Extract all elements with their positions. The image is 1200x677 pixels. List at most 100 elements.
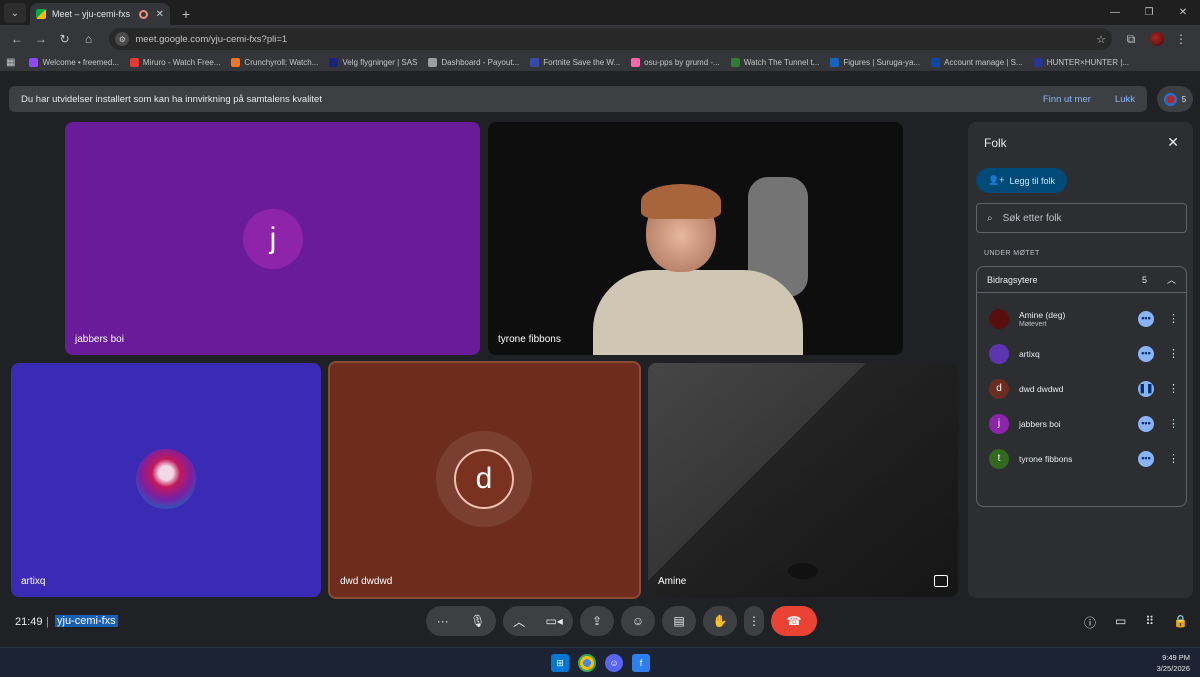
contributors-header[interactable]: Bidragsytere 5 ︿: [977, 267, 1186, 293]
tile-name: tyrone fibbons: [498, 334, 561, 345]
participant-row[interactable]: j jabbers boi ••• ⋮: [977, 406, 1186, 441]
video-tile-dwd-dwdwd[interactable]: d dwd dwdwd: [328, 361, 641, 599]
more-vert-icon[interactable]: ⋮: [1168, 417, 1179, 430]
learn-more-link[interactable]: Finn ut mer: [1043, 94, 1091, 105]
audio-controls[interactable]: ··· 🎙: [426, 606, 496, 636]
hang-up-icon: ☎: [786, 614, 802, 628]
participant-info: Amine (deg) Møtevert: [1019, 310, 1138, 328]
contributors-group: Bidragsytere 5 ︿ Amine (deg) Møtevert ••• ⋮…: [976, 266, 1187, 507]
reactions-button[interactable]: ☺: [621, 606, 655, 636]
bookmark-item[interactable]: osu-pps by grumd -...: [631, 57, 720, 67]
chevron-up-icon[interactable]: ︿: [513, 613, 525, 630]
bookmark-item[interactable]: Fortnite Save the W...: [530, 57, 620, 67]
bookmark-item[interactable]: Welcome • freemed...: [29, 57, 119, 67]
dismiss-banner-link[interactable]: Lukk: [1115, 94, 1135, 105]
banner-message: Du har utvidelser installert som kan ha …: [21, 93, 322, 105]
camera-icon[interactable]: ▭◂: [545, 614, 562, 628]
site-info-icon[interactable]: ⚙: [115, 32, 130, 46]
new-tab-button[interactable]: +: [176, 4, 196, 24]
bookmark-favicon-icon: [631, 57, 641, 67]
participant-info: jabbers boi: [1019, 419, 1138, 429]
apps-icon[interactable]: ▦: [6, 57, 15, 68]
bookmark-item[interactable]: Account manage | S...: [931, 57, 1023, 67]
search-icon: ⌕: [987, 212, 993, 224]
chat-icon[interactable]: ▭: [1115, 614, 1126, 631]
bookmark-favicon-icon: [931, 57, 941, 67]
url-text[interactable]: meet.google.com/yju-cemi-fxs?pli=1: [135, 34, 1096, 45]
bookmark-star-icon[interactable]: ☆: [1096, 33, 1106, 46]
participant-row[interactable]: t tyrone fibbons ••• ⋮: [977, 441, 1186, 476]
bookmark-item[interactable]: Watch The Tunnel t...: [730, 57, 819, 67]
restore-icon[interactable]: ❐: [1132, 0, 1166, 25]
bookmark-item[interactable]: HUNTER×HUNTER |...: [1033, 57, 1129, 67]
forward-icon[interactable]: →: [30, 28, 52, 50]
video-controls[interactable]: ︿ ▭◂: [503, 606, 573, 636]
hand-icon: ✋: [712, 614, 728, 628]
home-icon[interactable]: ⌂: [78, 28, 100, 50]
present-screen-button[interactable]: ⇪: [580, 606, 614, 636]
microphone-icon[interactable]: 🎙: [470, 614, 485, 628]
bookmark-favicon-icon: [830, 57, 840, 67]
video-feed: [648, 363, 958, 597]
video-tile-artixq[interactable]: artixq: [11, 363, 321, 597]
participant-name: artixq: [1019, 348, 1040, 359]
bookmark-item[interactable]: Figures | Suruga-ya...: [830, 57, 920, 67]
avatar: [989, 308, 1009, 329]
discord-icon[interactable]: ☺: [605, 654, 623, 672]
more-vert-icon[interactable]: ⋮: [1168, 347, 1179, 360]
add-people-button[interactable]: 👤+ Legg til folk: [976, 168, 1067, 193]
bookmark-item[interactable]: Velg flygninger | SAS: [329, 57, 417, 67]
bookmark-item[interactable]: Dashboard - Payout...: [428, 57, 519, 67]
host-controls-icon[interactable]: 🔒: [1173, 614, 1188, 631]
picture-in-picture-icon[interactable]: [934, 575, 948, 587]
participant-row[interactable]: d dwd dwdwd ❚❚ ⋮: [977, 371, 1186, 406]
raise-hand-button[interactable]: ✋: [703, 606, 737, 636]
avatar: j: [989, 413, 1009, 434]
reload-icon[interactable]: ↻: [54, 28, 76, 50]
system-clock[interactable]: 9:49 PM 3/25/2026: [1157, 652, 1190, 674]
bookmark-item[interactable]: Miruro - Watch Free...: [129, 57, 220, 67]
address-bar[interactable]: ⚙ meet.google.com/yju-cemi-fxs?pli=1 ☆: [109, 28, 1113, 50]
bookmark-label: Welcome • freemed...: [42, 57, 119, 67]
browser-menu-icon[interactable]: ⋮: [1170, 28, 1192, 50]
video-tile-tyrone-fibbons[interactable]: tyrone fibbons: [488, 122, 903, 355]
app-f-icon[interactable]: f: [632, 654, 650, 672]
participant-row[interactable]: artixq ••• ⋮: [977, 336, 1186, 371]
bookmark-item[interactable]: Crunchyroll: Watch...: [231, 57, 319, 67]
participant-list: Amine (deg) Møtevert ••• ⋮ artixq ••• ⋮ d dwd dw…: [977, 301, 1186, 476]
close-window-icon[interactable]: ✕: [1166, 0, 1200, 25]
participants-badge[interactable]: 5: [1157, 86, 1193, 112]
close-tab-icon[interactable]: ✕: [156, 9, 164, 20]
video-tile-jabbers-boi[interactable]: j jabbers boi: [65, 122, 480, 355]
chevron-up-icon[interactable]: ︿: [1167, 273, 1176, 286]
video-tile-amine[interactable]: Amine: [648, 363, 958, 597]
minimize-icon[interactable]: —: [1098, 0, 1132, 25]
more-options-button[interactable]: ⋮: [744, 606, 764, 636]
meeting-code[interactable]: yju-cemi-fxs: [55, 615, 118, 627]
recording-indicator-icon: [138, 9, 148, 19]
more-vert-icon[interactable]: ⋮: [1168, 382, 1179, 395]
profile-avatar[interactable]: [1150, 32, 1165, 46]
info-icon[interactable]: ⓘ: [1084, 614, 1096, 631]
participant-name: Amine (deg): [1019, 309, 1066, 320]
participant-row[interactable]: Amine (deg) Møtevert ••• ⋮: [977, 301, 1186, 336]
apps-grid-icon[interactable]: ⠿: [1145, 614, 1154, 631]
video-object: [788, 563, 818, 579]
tab-search-button[interactable]: ⌄: [4, 3, 26, 23]
bookmark-favicon-icon: [530, 57, 540, 67]
search-people-input[interactable]: ⌕ Søk etter folk: [976, 203, 1187, 233]
captions-button[interactable]: ▤: [662, 606, 696, 636]
more-vert-icon[interactable]: ⋮: [1168, 312, 1179, 325]
windows-start-icon[interactable]: ⊞: [551, 654, 569, 672]
bookmark-label: Crunchyroll: Watch...: [244, 57, 319, 67]
bookmark-favicon-icon: [428, 57, 438, 67]
add-people-label: Legg til folk: [1009, 175, 1055, 186]
close-icon[interactable]: ✕: [1167, 134, 1179, 151]
back-icon[interactable]: ←: [6, 28, 28, 50]
leave-call-button[interactable]: ☎: [771, 606, 817, 636]
browser-tab-meet[interactable]: Meet – yju-cemi-fxs ✕: [30, 3, 170, 25]
extensions-icon[interactable]: ⧉: [1120, 28, 1142, 50]
more-vert-icon[interactable]: ⋮: [1168, 452, 1179, 465]
chrome-icon[interactable]: [578, 654, 596, 672]
audio-options-icon[interactable]: ···: [437, 614, 449, 628]
